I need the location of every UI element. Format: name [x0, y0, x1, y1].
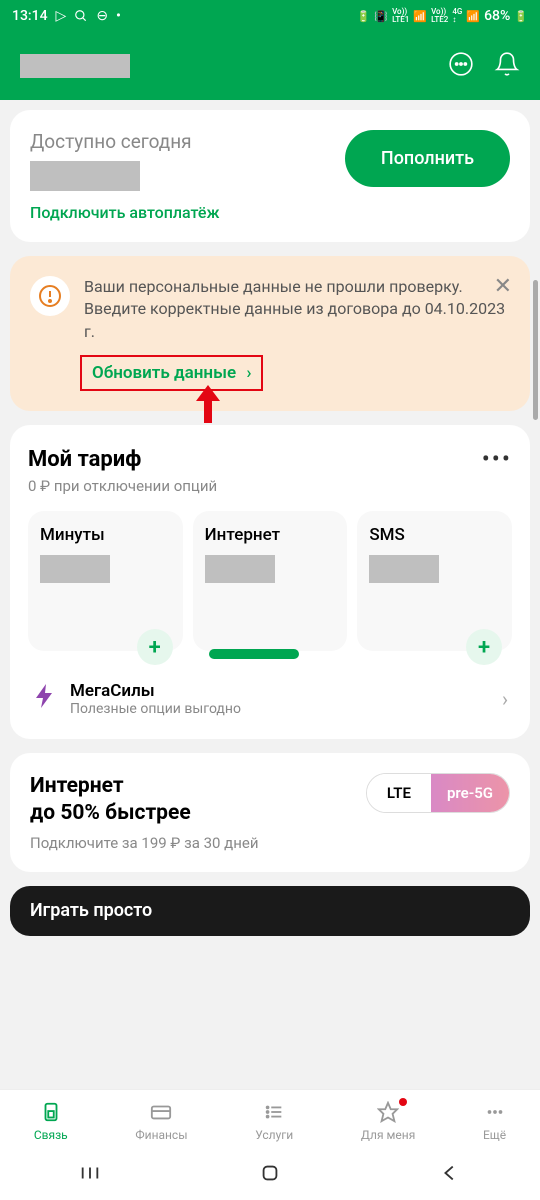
battery-percent: 68% [484, 8, 510, 24]
triangle-icon: ▷ [56, 8, 67, 24]
chat-icon[interactable] [448, 51, 474, 81]
tariff-sms[interactable]: SMS + [357, 511, 512, 651]
battery-saver-icon: 🔋 [357, 10, 371, 23]
status-time: 13:14 [12, 8, 48, 24]
bottom-nav: Связь Финансы Услуги Для меня Ещё [0, 1089, 540, 1150]
update-link-highlight: Обновить данные › [80, 355, 263, 391]
megasily-subtitle: Полезные опции выгодно [70, 701, 488, 717]
card-icon [150, 1100, 172, 1124]
circle-minus-icon: ⊖ [96, 8, 108, 24]
lte1-indicator: Vo))LTE1 [392, 8, 409, 24]
status-left: 13:14 ▷ ⊖ • [12, 8, 121, 24]
tariff-internet[interactable]: Интернет [193, 511, 348, 651]
balance-amount-redacted [30, 161, 140, 191]
battery-icon: 🔋 [514, 10, 528, 23]
nav-more[interactable]: Ещё [483, 1100, 506, 1142]
star-icon [377, 1100, 399, 1124]
back-button[interactable] [439, 1162, 461, 1188]
lte-option[interactable]: LTE [367, 774, 431, 812]
nav-connection[interactable]: Связь [34, 1100, 68, 1142]
tariff-title: Мой тариф [28, 447, 141, 472]
sim-icon [40, 1100, 62, 1124]
megasily-row[interactable]: МегаСилы Полезные опции выгодно › [28, 667, 512, 719]
minutes-redacted [40, 555, 110, 583]
internet-title: Интернет до 50% быстрее [30, 773, 259, 828]
tariff-item-title: Интернет [205, 525, 336, 545]
vibrate-icon: 📳 [374, 10, 388, 23]
tariff-item-title: SMS [369, 525, 500, 545]
tariff-item-title: Минуты [40, 525, 171, 545]
warning-card: Ваши персональные данные не прошли прове… [10, 256, 530, 411]
notification-dot [399, 1098, 407, 1106]
topup-button[interactable]: Пополнить [345, 130, 510, 187]
scrollbar[interactable] [533, 280, 538, 420]
system-nav [0, 1150, 540, 1200]
tariff-card: Мой тариф ••• 0 ₽ при отключении опций М… [10, 425, 530, 739]
add-minutes-button[interactable]: + [137, 629, 173, 665]
sms-redacted [369, 555, 439, 583]
internet-redacted [205, 555, 275, 583]
promo-card[interactable]: Играть просто [10, 886, 530, 936]
promo-text: Играть просто [30, 900, 152, 921]
status-right: 🔋 📳 Vo))LTE1 📶 Vo))LTE2 4G↕ 📶 68% 🔋 [357, 8, 528, 24]
nav-finance[interactable]: Финансы [135, 1100, 187, 1142]
megasily-title: МегаСилы [70, 681, 488, 701]
signal1-icon: 📶 [413, 10, 427, 23]
tariff-subtitle: 0 ₽ при отключении опций [28, 477, 512, 495]
internet-subtitle: Подключите за 199 ₽ за 30 дней [30, 834, 259, 852]
lightning-icon [32, 682, 56, 716]
nav-forme[interactable]: Для меня [361, 1100, 415, 1142]
search-status-icon [74, 9, 88, 23]
more-icon[interactable]: ••• [482, 445, 512, 473]
dots-icon [484, 1100, 506, 1124]
header-redacted [20, 54, 130, 78]
update-data-link[interactable]: Обновить данные › [92, 363, 251, 383]
dot-icon: • [116, 8, 121, 24]
add-sms-button[interactable]: + [466, 629, 502, 665]
pre5g-option[interactable]: pre-5G [431, 774, 509, 812]
internet-progress [209, 649, 299, 659]
internet-speed-card[interactable]: Интернет до 50% быстрее Подключите за 19… [10, 753, 530, 872]
main-content: Доступно сегодня Пополнить Подключить ав… [0, 100, 540, 946]
bell-icon[interactable] [494, 51, 520, 81]
recent-apps-button[interactable] [79, 1162, 101, 1188]
balance-card: Доступно сегодня Пополнить Подключить ав… [10, 110, 530, 242]
chevron-right-icon: › [246, 363, 251, 383]
balance-label: Доступно сегодня [30, 130, 345, 153]
chevron-right-icon: › [502, 687, 508, 711]
status-bar: 13:14 ▷ ⊖ • 🔋 📳 Vo))LTE1 📶 Vo))LTE2 4G↕ … [0, 0, 540, 32]
home-button[interactable] [259, 1162, 281, 1188]
autopay-link[interactable]: Подключить автоплатёж [30, 203, 510, 222]
signal2-icon: 📶 [466, 10, 480, 23]
tariff-minutes[interactable]: Минуты + [28, 511, 183, 651]
list-icon [263, 1100, 285, 1124]
app-header [0, 32, 540, 100]
warning-icon [30, 276, 70, 316]
4g-indicator: 4G↕ [452, 8, 462, 24]
annotation-arrow-icon [190, 383, 226, 431]
nav-services[interactable]: Услуги [255, 1100, 293, 1142]
warning-text: Ваши персональные данные не прошли прове… [84, 276, 510, 343]
close-icon[interactable]: ✕ [494, 274, 512, 299]
speed-toggle[interactable]: LTE pre-5G [366, 773, 510, 813]
lte2-indicator: Vo))LTE2 [431, 8, 448, 24]
